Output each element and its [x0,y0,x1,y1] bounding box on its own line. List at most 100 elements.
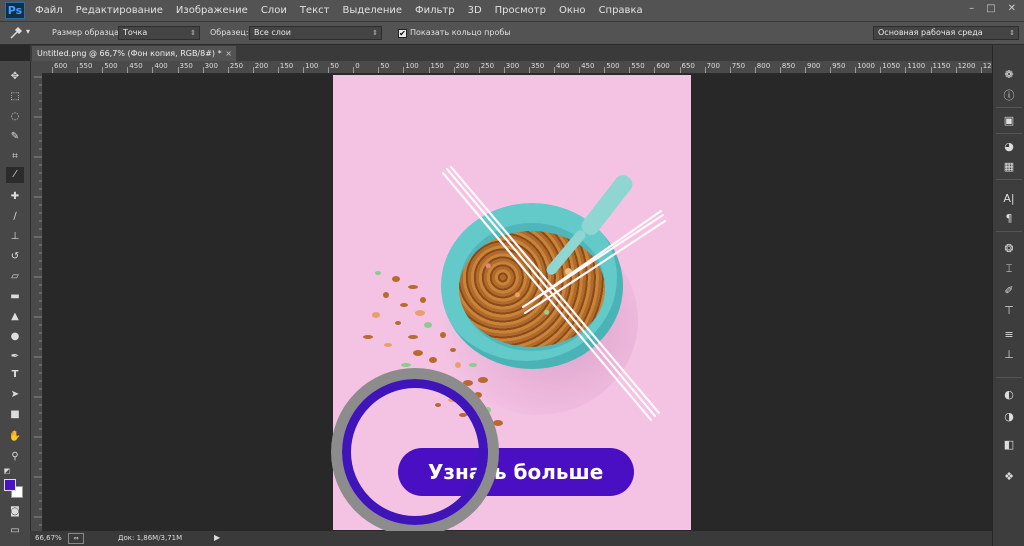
menu-3d[interactable]: 3D [468,5,482,16]
character-icon[interactable]: A| [999,191,1019,207]
menu-file[interactable]: Файл [35,5,63,16]
channels-icon[interactable]: ◧ [999,437,1019,453]
menu-view[interactable]: Просмотр [495,5,546,16]
type-icon[interactable]: T [6,367,24,383]
select-arrows-icon: ⇕ [372,29,378,37]
crop-icon[interactable]: ⌗ [6,149,24,165]
ruler-tick [779,67,781,73]
ruler-tick-label: 350 [530,62,545,70]
color-icon[interactable]: ◕ [999,139,1019,155]
blur-icon[interactable]: ▲ [6,309,24,325]
dodge-icon[interactable]: ● [6,329,24,345]
hand-icon[interactable]: ✋ [6,429,24,445]
eraser-icon[interactable]: ▱ [6,269,24,285]
show-ring-checkbox[interactable]: ✔ [398,29,407,38]
stamp-icon[interactable]: ⊥ [6,229,24,245]
ruler-tick-label: 300 [505,62,520,70]
tool-presets-icon[interactable]: ≡ [999,327,1019,343]
paragraph-icon[interactable]: ¶ [999,211,1019,227]
ruler-tick-label: 750 [731,62,746,70]
styles-icon[interactable]: ❂ [999,241,1019,257]
actions-icon[interactable]: ⊥ [999,347,1019,363]
ruler-tick [503,67,505,73]
ruler-tick [202,67,204,73]
ruler-tick-label: 600 [656,62,670,70]
brush-presets-icon[interactable]: ✐ [999,283,1019,299]
sample-size-select[interactable]: Точка ⇕ [118,26,200,40]
eyedropper-icon[interactable]: ⁄ [6,167,24,183]
workspace-select[interactable]: Основная рабочая среда ⇕ [873,26,1019,40]
ruler-tick-label: 1050 [882,62,901,70]
ruler-origin[interactable] [30,61,42,73]
vertical-ruler[interactable] [30,73,43,531]
menu-image[interactable]: Изображение [176,5,248,16]
ruler-tick-label: 350 [179,62,193,70]
clone-source-icon[interactable]: ⊤ [999,303,1019,319]
default-colors-icon[interactable]: ◩ [2,463,12,479]
lasso-icon[interactable]: ◌ [6,109,24,125]
ruler-tick-label: 100 [305,62,319,70]
status-menu-arrow-icon[interactable]: ▶ [214,533,220,542]
menu-layers[interactable]: Слои [261,5,287,16]
ruler-tick-label: 500 [104,62,118,70]
path-select-icon[interactable]: ➤ [6,387,24,403]
toolbox: ✥ ⬚ ◌ ✎ ⌗ ⁄ ✚ ∕ ⊥ ↺ ▱ ▬ ▲ ● ✒ T ➤ ■ ✋ ⚲ … [0,61,31,546]
history-icon[interactable]: ❁ [999,67,1019,83]
panel-divider [996,377,1022,378]
healing-icon[interactable]: ✚ [6,189,24,205]
close-button[interactable]: ✕ [1008,3,1016,14]
menu-select[interactable]: Выделение [342,5,402,16]
menu-window[interactable]: Окно [559,5,586,16]
shape-icon[interactable]: ■ [6,407,24,423]
menu-edit[interactable]: Редактирование [76,5,163,16]
masks-icon[interactable]: ◑ [999,409,1019,425]
close-tab-icon[interactable]: × [225,46,232,61]
ruler-tick-label: 250 [480,62,495,70]
ruler-tick [102,67,104,73]
sample-layers-select[interactable]: Все слои ⇕ [249,26,382,40]
zoom-level[interactable]: 66,67% [35,534,62,542]
document-tab-title: Untitled.png @ 66,7% (Фон копия, RGB/8#)… [37,49,222,58]
history-brush-icon[interactable]: ↺ [6,249,24,265]
ruler-tick [478,67,480,73]
maximize-button[interactable]: □ [986,3,995,14]
ruler-tick [805,67,806,73]
layers-icon[interactable]: ❖ [999,469,1019,485]
ruler-tick-label: 150 [279,62,294,70]
ruler-tick-label: 1000 [857,62,876,70]
tool-preset-chevron-icon[interactable]: ▾ [26,27,30,36]
navigator-icon[interactable]: ▣ [999,113,1019,129]
menu-help[interactable]: Справка [599,5,643,16]
quick-mask-icon[interactable]: ◙ [6,504,24,520]
marquee-icon[interactable]: ⬚ [6,89,24,105]
ruler-tick [127,67,129,73]
ruler-tick [403,67,405,73]
share-icon[interactable]: ⇔ [68,533,84,544]
foreground-color-swatch[interactable] [4,479,16,491]
info-icon[interactable]: ⓘ [999,88,1019,104]
ruler-tick [629,67,631,73]
menu-filter[interactable]: Фильтр [415,5,455,16]
adjustments-icon[interactable]: ◐ [999,387,1019,403]
move-icon[interactable]: ✥ [6,69,24,85]
panel-divider [996,107,1022,108]
pen-icon[interactable]: ✒ [6,349,24,365]
brush-icon[interactable]: ∕ [6,209,24,225]
document-tab[interactable]: Untitled.png @ 66,7% (Фон копия, RGB/8#)… [32,46,236,61]
screen-mode-icon[interactable]: ▭ [6,523,24,539]
sample-label: Образец: [210,28,249,37]
minimize-button[interactable]: – [969,3,974,14]
ruler-tick-label: 200 [455,62,469,70]
horizontal-ruler[interactable]: 600 550 500 450 400 350 300 250 200 150 100 50 0 50 10… [42,61,1001,74]
menu-type[interactable]: Текст [300,5,330,16]
transform-icon[interactable]: ⌶ [999,261,1019,277]
ruler-tick [77,67,79,73]
quick-select-icon[interactable]: ✎ [6,129,24,145]
ruler-tick-label: 100 [405,62,419,70]
panel-divider [996,179,1022,180]
gradient-icon[interactable]: ▬ [6,289,24,305]
eyedropper-icon[interactable] [9,26,23,40]
swatches-icon[interactable]: ▦ [999,159,1019,175]
workspace-value: Основная рабочая среда [878,28,983,37]
ruler-tick [177,67,179,73]
